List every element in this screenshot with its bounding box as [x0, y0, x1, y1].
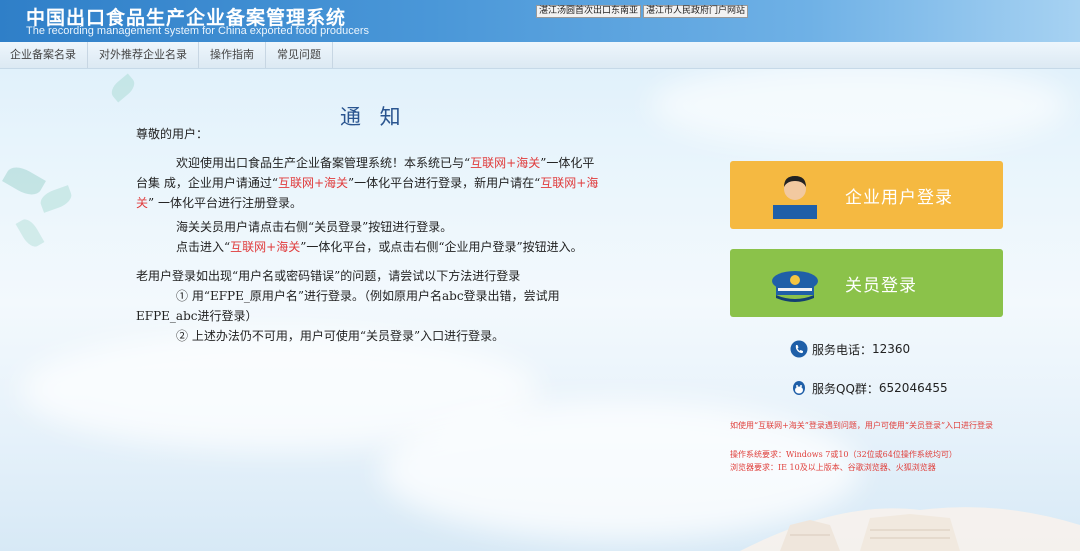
service-phone: 服务电话： 12360 — [790, 340, 910, 358]
leaf-decoration — [15, 216, 45, 250]
notice-body: 尊敬的用户： 欢迎使用出口食品生产企业备案管理系统！本系统已与“互联网+海关”一… — [136, 124, 606, 346]
notice-paragraph-6: ② 上述办法仍不可用，用户可使用“关员登录”入口进行登录。 — [176, 329, 505, 343]
nav-item-faq[interactable]: 常见问题 — [266, 42, 333, 68]
service-phone-number: 12360 — [872, 342, 911, 356]
notice-paragraph-5: ① 用“EFPE_原用户名”进行登录。（例如原用户名abc登录出错，尝试用EFP… — [136, 289, 560, 323]
notice-paragraph-1: 欢迎使用出口食品生产企业备案管理系统！本系统已与“互联网+海关”一体化平台集 成… — [136, 156, 599, 210]
top-link-zhanjiang-gov[interactable]: 湛江市人民政府门户网站 — [643, 5, 749, 18]
nav-item-recommended[interactable]: 对外推荐企业名录 — [88, 42, 199, 68]
leaf-decoration — [107, 73, 139, 103]
notice-paragraph-4: 老用户登录如出现“用户名或密码错误”的问题，请尝试以下方法进行登录 — [136, 269, 521, 283]
header-bar: 中国出口食品生产企业备案管理系统 The recording managemen… — [0, 0, 1080, 42]
tip-browser-requirement: 浏览器要求：IE 10及以上版本、谷歌浏览器、火狐浏览器 — [730, 463, 936, 472]
leaf-decoration — [2, 161, 46, 201]
qq-icon — [793, 381, 805, 395]
phone-icon — [790, 340, 808, 358]
corp-login-label: 企业用户登录 — [845, 187, 953, 208]
notice-greeting: 尊敬的用户： — [136, 127, 209, 141]
platform-name: 互联网+海关 — [277, 176, 349, 190]
service-qq-number: 652046455 — [878, 381, 948, 395]
officer-login-label: 关员登录 — [845, 275, 917, 296]
officer-cap-icon — [772, 271, 818, 302]
platform-name: 互联网+海关 — [470, 156, 541, 170]
main-nav: 企业备案名录 对外推荐企业名录 操作指南 常见问题 — [0, 42, 1080, 69]
tip-login-problem: 如使用“互联网+海关”登录遇到问题，用户可使用“关员登录”入口进行登录 — [730, 421, 994, 430]
notice-paragraph-2: 海关关员用户请点击右侧“关员登录”按钮进行登录。 — [176, 220, 453, 234]
building-illustration — [740, 507, 1080, 551]
notice-paragraph-3: 点击进入“互联网+海关”一体化平台，或点击右侧“企业用户登录”按钮进入。 — [176, 240, 583, 254]
tip-os-requirement: 操作系统要求：Windows 7或10（32位或64位操作系统均可） — [730, 450, 957, 459]
nav-item-registry[interactable]: 企业备案名录 — [0, 42, 88, 68]
platform-name: 互联网+海关 — [230, 240, 301, 254]
leaf-decoration — [37, 185, 75, 213]
corp-login-button[interactable]: 企业用户登录 — [730, 161, 1003, 229]
site-subtitle-en: The recording management system for Chin… — [26, 25, 370, 37]
service-qq: 服务QQ群： 652046455 — [790, 379, 948, 397]
nav-item-guide[interactable]: 操作指南 — [199, 42, 266, 68]
top-links: 湛江汤圆首次出口东南亚 湛江市人民政府门户网站 — [536, 5, 749, 18]
user-icon — [773, 176, 817, 219]
background-cloud — [650, 60, 1070, 150]
top-link-news[interactable]: 湛江汤圆首次出口东南亚 — [536, 5, 642, 18]
officer-login-button[interactable]: 关员登录 — [730, 249, 1003, 317]
